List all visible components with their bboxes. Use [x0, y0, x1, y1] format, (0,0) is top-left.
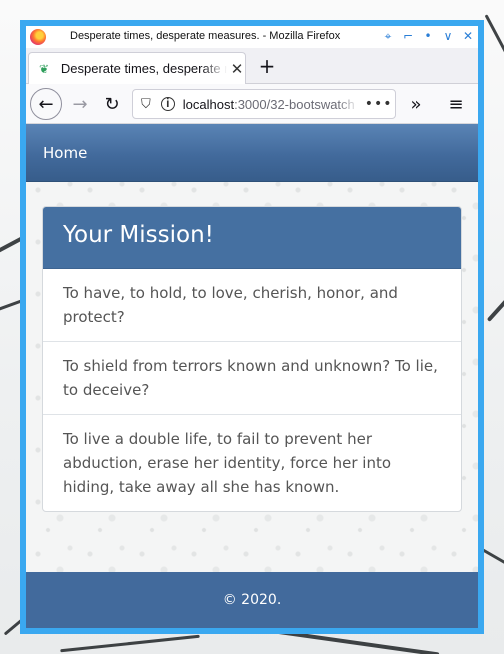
site-info-icon[interactable]: i	[160, 97, 175, 111]
tracking-shield-icon[interactable]: ⛉	[141, 97, 151, 112]
reload-button[interactable]: ↻	[96, 88, 128, 120]
mission-list: To have, to hold, to love, cherish, hono…	[43, 269, 461, 511]
url-text[interactable]: localhost:3000/32-bootswatch	[183, 97, 359, 112]
list-item: To live a double life, to fail to preven…	[43, 414, 461, 511]
sticky-window-icon[interactable]: ⌖	[382, 29, 394, 43]
url-bar[interactable]: ⛉ i localhost:3000/32-bootswatch •••	[132, 89, 396, 119]
chevron-double-right-icon: »	[410, 93, 422, 115]
browser-content: Desperate times, desperate measures. - M…	[26, 26, 478, 628]
close-window-icon[interactable]: ✕	[462, 29, 474, 43]
shade-window-icon[interactable]: ⌐	[402, 29, 414, 43]
panel-heading: Your Mission!	[43, 207, 461, 269]
firefox-logo-icon	[30, 29, 46, 45]
page-viewport: Home Your Mission! To have, to hold, to …	[26, 124, 478, 628]
panel-title: Your Mission!	[63, 222, 214, 248]
tab-active[interactable]: ❦ Desperate times, desperate measures. ✕	[28, 52, 246, 84]
leaf-favicon-icon: ❦	[39, 61, 50, 76]
browser-window: Desperate times, desperate measures. - M…	[20, 20, 484, 634]
hamburger-menu-icon: ≡	[448, 93, 464, 115]
maximize-window-icon[interactable]: ∨	[442, 29, 454, 43]
tab-strip: ❦ Desperate times, desperate measures. ✕…	[26, 48, 478, 84]
window-controls: ⌖ ⌐ • ∨ ✕	[382, 29, 474, 43]
browser-toolbar: ← → ↻ ⛉ i localhost:3000/32-bootswatch •…	[26, 84, 478, 124]
window-titlebar[interactable]: Desperate times, desperate measures. - M…	[26, 26, 478, 48]
list-item: To shield from terrors known and unknown…	[43, 341, 461, 414]
forward-arrow-icon: →	[72, 93, 88, 115]
footer-copyright: © 2020.	[222, 592, 282, 608]
list-item: To have, to hold, to love, cherish, hono…	[63, 284, 398, 326]
url-host: localhost	[182, 96, 235, 112]
back-button[interactable]: ←	[30, 88, 62, 120]
site-footer: © 2020.	[26, 572, 478, 628]
minimize-window-icon[interactable]: •	[422, 29, 434, 43]
overflow-menu-button[interactable]: »	[400, 88, 432, 120]
site-navbar: Home	[26, 124, 478, 182]
window-title: Desperate times, desperate measures. - M…	[70, 30, 341, 42]
page-actions-icon[interactable]: •••	[365, 96, 393, 112]
navbar-brand-home-link[interactable]: Home	[43, 144, 87, 162]
url-path: :3000/32-bootswatch	[234, 96, 355, 112]
hamburger-menu-button[interactable]: ≡	[440, 88, 472, 120]
back-arrow-icon: ←	[38, 93, 54, 115]
mission-panel: Your Mission! To have, to hold, to love,…	[42, 206, 462, 512]
new-tab-button[interactable]: +	[254, 54, 280, 80]
tab-title: Desperate times, desperate measures.	[60, 61, 227, 76]
forward-button[interactable]: →	[64, 88, 96, 120]
tab-close-icon[interactable]: ✕	[229, 60, 245, 78]
reload-icon: ↻	[104, 93, 120, 115]
